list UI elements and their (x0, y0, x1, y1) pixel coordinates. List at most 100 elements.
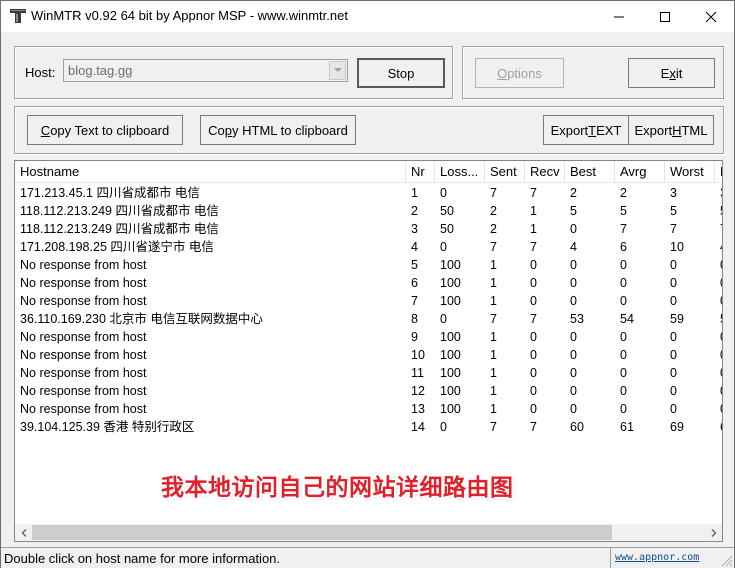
cell-sent: 2 (490, 204, 497, 218)
cell-sent: 7 (490, 420, 497, 434)
cell-last: 5 (715, 310, 722, 328)
cell-recv: 1 (530, 222, 537, 236)
column-header-hostname[interactable]: Hostname (15, 161, 406, 183)
status-text: Double click on host name for more infor… (4, 551, 281, 566)
cell-last: 0 (715, 274, 722, 292)
table-row[interactable]: No response from host7100100000 (15, 292, 722, 310)
host-combobox[interactable]: blog.tag.gg (63, 59, 348, 82)
table-row[interactable]: 118.112.213.249 四川省成都市 电信 2 50 2 1 5 5 5 5 (15, 202, 722, 220)
cell-worst: 7 (670, 222, 677, 236)
resize-grip-icon[interactable] (719, 553, 733, 567)
cell-loss: 100 (440, 276, 461, 290)
cell-nr: 14 (411, 420, 425, 434)
cell-sent: 1 (490, 258, 497, 272)
cell-last: 0 (715, 256, 722, 274)
cell-best: 60 (570, 420, 584, 434)
table-row[interactable]: 171.208.198.25 四川省遂宁市 电信 4 0 7 7 4 6 10 4 (15, 238, 722, 256)
cell-avrg: 2 (620, 186, 627, 200)
cell-best: 0 (570, 294, 577, 308)
cell-worst: 0 (670, 294, 677, 308)
export-html-button[interactable]: Export H TML (628, 115, 714, 145)
cell-last: 7 (715, 220, 722, 238)
table-row[interactable]: No response from host5100100000 (15, 256, 722, 274)
table-row[interactable]: No response from host12100100000 (15, 382, 722, 400)
title-bar[interactable]: WinMTR v0.92 64 bit by Appnor MSP - www.… (1, 1, 734, 32)
cell-worst: 0 (670, 366, 677, 380)
cell-avrg: 0 (620, 402, 627, 416)
column-header-avrg[interactable]: Avrg (615, 161, 665, 183)
table-row[interactable]: 171.213.45.1 四川省成都市 电信 1 0 7 7 2 2 3 3 (15, 184, 722, 202)
scroll-thumb[interactable] (32, 525, 612, 540)
table-row[interactable]: No response from host6100100000 (15, 274, 722, 292)
close-button[interactable] (688, 1, 734, 32)
table-row[interactable]: No response from host13100100000 (15, 400, 722, 418)
cell-worst: 10 (670, 240, 684, 254)
cell-hostname: 171.213.45.1 四川省成都市 电信 (20, 186, 200, 200)
scroll-right-button[interactable] (705, 524, 722, 541)
column-header-recv[interactable]: Recv (525, 161, 565, 183)
scroll-left-button[interactable] (15, 524, 32, 541)
cell-recv: 7 (530, 240, 537, 254)
cell-loss: 100 (440, 294, 461, 308)
horizontal-scrollbar[interactable] (15, 524, 722, 541)
table-row[interactable]: No response from host9100100000 (15, 328, 722, 346)
export-html-label-accel: H (672, 122, 682, 138)
cell-best: 53 (570, 312, 584, 326)
copy-text-button[interactable]: Copy Text to clipboard (27, 115, 183, 145)
stop-button[interactable]: Stop (357, 58, 445, 88)
cell-hostname: 118.112.213.249 四川省成都市 电信 (20, 204, 219, 218)
export-text-button[interactable]: Export T EXT (543, 115, 629, 145)
cell-sent: 1 (490, 348, 497, 362)
cell-best: 4 (570, 240, 577, 254)
cell-nr: 3 (411, 222, 418, 236)
cell-recv: 7 (530, 420, 537, 434)
cell-avrg: 0 (620, 348, 627, 362)
cell-nr: 9 (411, 330, 418, 344)
minimize-button[interactable] (596, 1, 642, 32)
table-row[interactable]: No response from host10100100000 (15, 346, 722, 364)
cell-loss: 100 (440, 258, 461, 272)
table-row[interactable]: 36.110.169.230 北京市 电信互联网数据中心 8 0 7 7 53 54 59 5 (15, 310, 722, 328)
copy-text-label-post: opy Text to clipboard (50, 122, 170, 138)
column-header-nr[interactable]: Nr (406, 161, 435, 183)
table-row[interactable]: 39.104.125.39 香港 特别行政区 14 0 7 7 60 61 69 6 (15, 418, 722, 436)
cell-best: 0 (570, 348, 577, 362)
cell-avrg: 61 (620, 420, 634, 434)
table-row[interactable]: 118.112.213.249 四川省成都市 电信 3 50 2 1 0 7 7 7 (15, 220, 722, 238)
cell-best: 5 (570, 204, 577, 218)
maximize-button[interactable] (642, 1, 688, 32)
cell-nr: 8 (411, 312, 418, 326)
cell-nr: 7 (411, 294, 418, 308)
cell-loss: 100 (440, 402, 461, 416)
cell-sent: 1 (490, 402, 497, 416)
caption-overlay: 我本地访问自己的网站详细路由图 (161, 475, 514, 501)
chevron-right-icon (711, 528, 716, 537)
cell-hostname: No response from host (20, 384, 147, 398)
column-header-loss[interactable]: Loss... (435, 161, 485, 183)
host-dropdown-button[interactable] (329, 61, 346, 80)
winmtr-app-icon (10, 9, 26, 23)
copy-html-button[interactable]: Co p y HTML to clipboard (200, 115, 356, 145)
cell-nr: 6 (411, 276, 418, 290)
column-header-sent[interactable]: Sent (485, 161, 525, 183)
list-header: HostnameNrLoss...SentRecvBestAvrgWorstL (15, 161, 722, 183)
options-button[interactable]: Options (475, 58, 564, 88)
cell-loss: 100 (440, 366, 461, 380)
cell-recv: 0 (530, 366, 537, 380)
exit-button[interactable]: Ex it (628, 58, 715, 88)
cell-hostname: 118.112.213.249 四川省成都市 电信 (20, 222, 219, 236)
cell-hostname: No response from host (20, 294, 147, 308)
cell-sent: 1 (490, 366, 497, 380)
appnor-link[interactable]: www.appnor.com (615, 552, 699, 563)
minimize-icon (614, 16, 624, 17)
column-header-worst[interactable]: Worst (665, 161, 715, 183)
cell-best: 0 (570, 222, 577, 236)
status-bar: Double click on host name for more infor… (1, 547, 734, 568)
close-icon (705, 11, 717, 22)
table-row[interactable]: No response from host11100100000 (15, 364, 722, 382)
cell-worst: 0 (670, 348, 677, 362)
column-header-best[interactable]: Best (565, 161, 615, 183)
column-header-last[interactable]: L (715, 161, 722, 183)
cell-loss: 0 (440, 420, 447, 434)
cell-avrg: 7 (620, 222, 627, 236)
